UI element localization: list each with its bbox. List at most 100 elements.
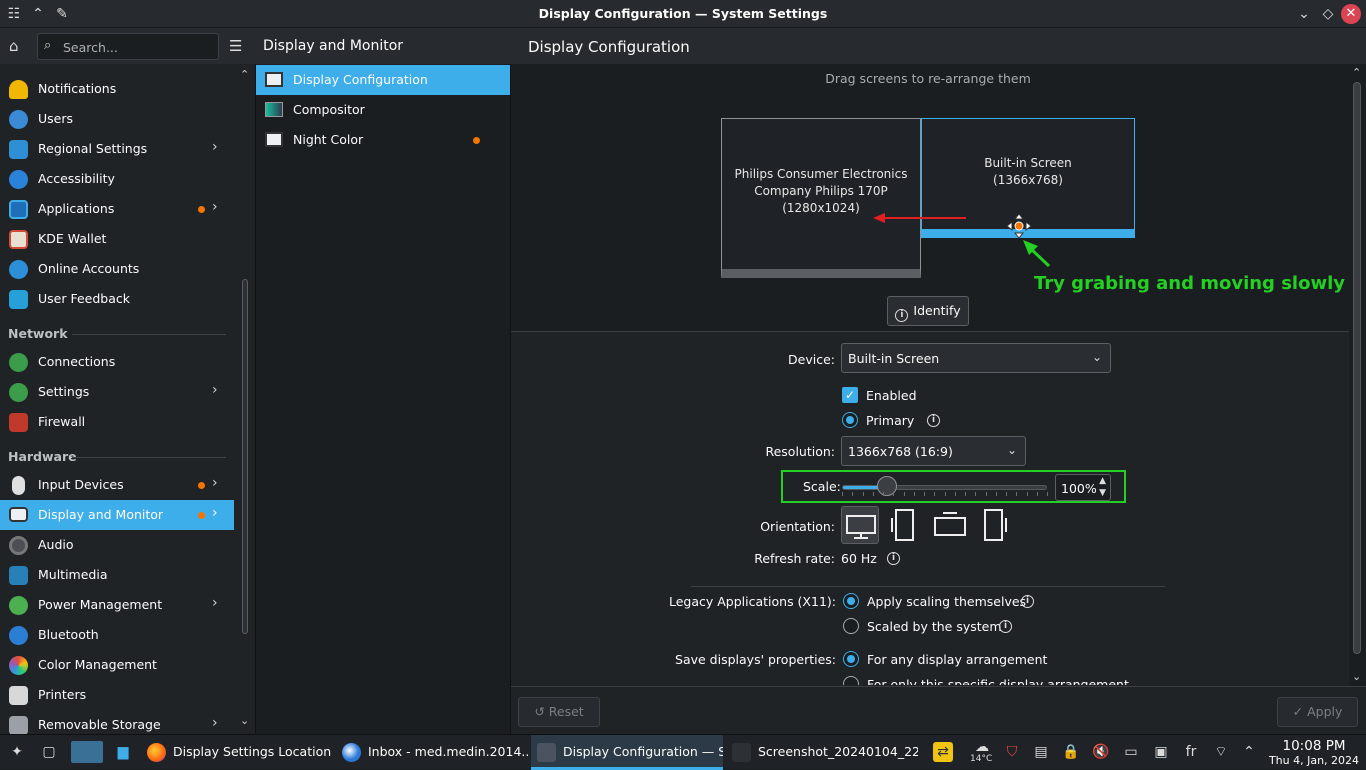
scrollbar-thumb[interactable] xyxy=(242,279,248,634)
scroll-up-icon[interactable]: ⌃ xyxy=(1352,66,1361,79)
home-icon[interactable]: ⌂ xyxy=(9,37,19,55)
show-desktop-icon[interactable]: ▢ xyxy=(39,742,59,762)
display-settings-form: Device: Built-in Screen ⌄ ✓ Enabled Prim… xyxy=(511,333,1349,685)
hamburger-menu-icon[interactable]: ☰ xyxy=(229,37,242,55)
slider-tick xyxy=(913,492,915,496)
save-any-arrangement-radio[interactable] xyxy=(843,651,859,667)
sidebar-item-online-accounts[interactable]: Online Accounts xyxy=(0,254,234,284)
minimize-icon[interactable]: ⌄ xyxy=(1294,4,1314,24)
sidebar-header: ⌂ ⌕ ☰ xyxy=(0,28,256,64)
multimedia-icon xyxy=(9,566,28,585)
orientation-portrait-right-button[interactable] xyxy=(975,506,1013,544)
slider-tick xyxy=(1016,492,1018,496)
sidebar-item-applications[interactable]: Applications › xyxy=(0,194,234,224)
legacy-apply-scaling-label: Apply scaling themselves xyxy=(867,594,1027,609)
inverted-icon xyxy=(934,512,966,536)
save-specific-arrangement-radio[interactable] xyxy=(843,676,859,685)
sidebar-item-removable-storage[interactable]: Removable Storage › xyxy=(0,710,234,734)
sidebar-item-power-management[interactable]: Power Management › xyxy=(0,590,234,620)
scale-label: Scale: xyxy=(803,479,841,494)
info-icon[interactable]: i xyxy=(887,552,900,565)
sidebar-item-audio[interactable]: Audio xyxy=(0,530,234,560)
clock[interactable]: 10:08 PM Thu 4, Jan, 2024 xyxy=(1266,738,1362,768)
task-screenshot[interactable]: Screenshot_20240104_22... xyxy=(726,735,918,770)
sidebar-item-kde-wallet[interactable]: KDE Wallet xyxy=(0,224,234,254)
sidebar-item-multimedia[interactable]: Multimedia xyxy=(0,560,234,590)
slider-tick xyxy=(944,492,946,496)
main-scrollbar[interactable]: ⌃ ⌄ xyxy=(1349,64,1366,686)
slider-tick xyxy=(985,492,987,496)
scale-highlight: Scale: 100% ▲ ▼ xyxy=(781,470,1126,503)
slider-tick xyxy=(1026,492,1028,496)
scale-spinbox[interactable]: 100% ▲ ▼ xyxy=(1055,474,1111,501)
sidebar-scrollbar[interactable]: ⌃ ⌄ xyxy=(238,64,252,734)
security-icon[interactable]: ⛉ xyxy=(1002,742,1022,762)
sidebar-item-users[interactable]: Users xyxy=(0,104,234,134)
device-select[interactable]: Built-in Screen ⌄ xyxy=(841,343,1111,373)
orientation-landscape-button[interactable] xyxy=(841,506,879,544)
pager-icon[interactable] xyxy=(71,741,103,763)
battery-icon[interactable]: ▭ xyxy=(1121,742,1141,762)
info-icon[interactable]: i xyxy=(927,414,940,427)
enabled-label: Enabled xyxy=(866,388,917,403)
wifi-icon[interactable]: ⌔ xyxy=(1211,742,1231,762)
search-input[interactable] xyxy=(63,38,213,56)
primary-label: Primary xyxy=(866,413,915,428)
file-manager-icon[interactable]: ▆ xyxy=(113,742,133,762)
subitem-night-color[interactable]: Night Color xyxy=(256,125,510,155)
resolution-select[interactable]: 1366x768 (16:9) ⌄ xyxy=(841,436,1026,466)
info-icon[interactable]: i xyxy=(1021,595,1034,608)
orientation-label: Orientation: xyxy=(760,519,835,534)
sidebar-item-user-feedback[interactable]: User Feedback xyxy=(0,284,234,314)
chevron-right-icon: › xyxy=(212,595,218,611)
check-icon: ✓ xyxy=(1292,704,1308,719)
task-thunderbird[interactable]: Inbox - med.medin.2014... xyxy=(336,735,528,770)
sidebar-item-display-and-monitor[interactable]: Display and Monitor › xyxy=(0,500,234,530)
spin-down-icon[interactable]: ▼ xyxy=(1099,488,1106,498)
identify-button[interactable]: i Identify xyxy=(887,296,969,326)
slider-tick xyxy=(883,492,884,496)
apply-button[interactable]: ✓ Apply xyxy=(1277,697,1358,727)
legacy-apply-scaling-radio[interactable] xyxy=(843,593,859,609)
updates-icon[interactable]: ⇄ xyxy=(933,742,953,762)
sidebar-item-accessibility[interactable]: Accessibility xyxy=(0,164,234,194)
close-icon[interactable]: ✕ xyxy=(1341,4,1361,24)
launcher-icon[interactable]: ✦ xyxy=(7,742,27,762)
maximize-icon[interactable]: ◇ xyxy=(1318,4,1338,24)
info-icon[interactable]: i xyxy=(999,620,1012,633)
sidebar-item-firewall[interactable]: Firewall xyxy=(0,407,234,437)
reset-button[interactable]: ↺ Reset xyxy=(518,697,600,727)
primary-radio[interactable] xyxy=(842,412,858,428)
legacy-scaled-by-system-radio[interactable] xyxy=(843,618,859,634)
lock-icon[interactable]: 🔒 xyxy=(1061,742,1081,762)
sidebar-item-network-settings[interactable]: Settings › xyxy=(0,377,234,407)
enabled-checkbox[interactable]: ✓ xyxy=(842,387,858,403)
scroll-up-icon[interactable]: ⌃ xyxy=(240,68,249,81)
tray-expand-icon[interactable]: ⌃ xyxy=(1239,742,1259,762)
mouse-icon xyxy=(12,476,25,495)
subpanel: Display and Monitor Display Configuratio… xyxy=(256,28,511,734)
sidebar-item-connections[interactable]: Connections xyxy=(0,347,234,377)
spin-up-icon[interactable]: ▲ xyxy=(1099,476,1106,486)
clipboard-icon[interactable]: ▤ xyxy=(1031,742,1051,762)
subitem-compositor[interactable]: Compositor xyxy=(256,95,510,125)
search-field[interactable]: ⌕ xyxy=(37,33,219,60)
orientation-inverted-button[interactable] xyxy=(931,506,969,544)
scrollbar-thumb[interactable] xyxy=(1353,82,1361,654)
scroll-down-icon[interactable]: ⌄ xyxy=(240,714,249,727)
sidebar-item-input-devices[interactable]: Input Devices › xyxy=(0,470,234,500)
scale-slider[interactable] xyxy=(842,485,1047,490)
sidebar-item-color-management[interactable]: Color Management xyxy=(0,650,234,680)
volume-muted-icon[interactable]: 🔇 xyxy=(1091,742,1111,762)
sidebar-item-bluetooth[interactable]: Bluetooth xyxy=(0,620,234,650)
scroll-down-icon[interactable]: ⌄ xyxy=(1352,670,1361,683)
orientation-portrait-left-button[interactable] xyxy=(886,506,924,544)
task-firefox[interactable]: Display Settings Location ... xyxy=(141,735,333,770)
task-system-settings[interactable]: Display Configuration — S... xyxy=(531,735,723,770)
sidebar-item-printers[interactable]: Printers xyxy=(0,680,234,710)
sidebar-item-notifications[interactable]: Notifications xyxy=(0,74,234,104)
display-icon[interactable]: ▣ xyxy=(1151,742,1171,762)
subitem-display-configuration[interactable]: Display Configuration xyxy=(256,65,510,95)
keyboard-layout[interactable]: fr xyxy=(1181,742,1201,762)
sidebar-item-regional-settings[interactable]: Regional Settings › xyxy=(0,134,234,164)
